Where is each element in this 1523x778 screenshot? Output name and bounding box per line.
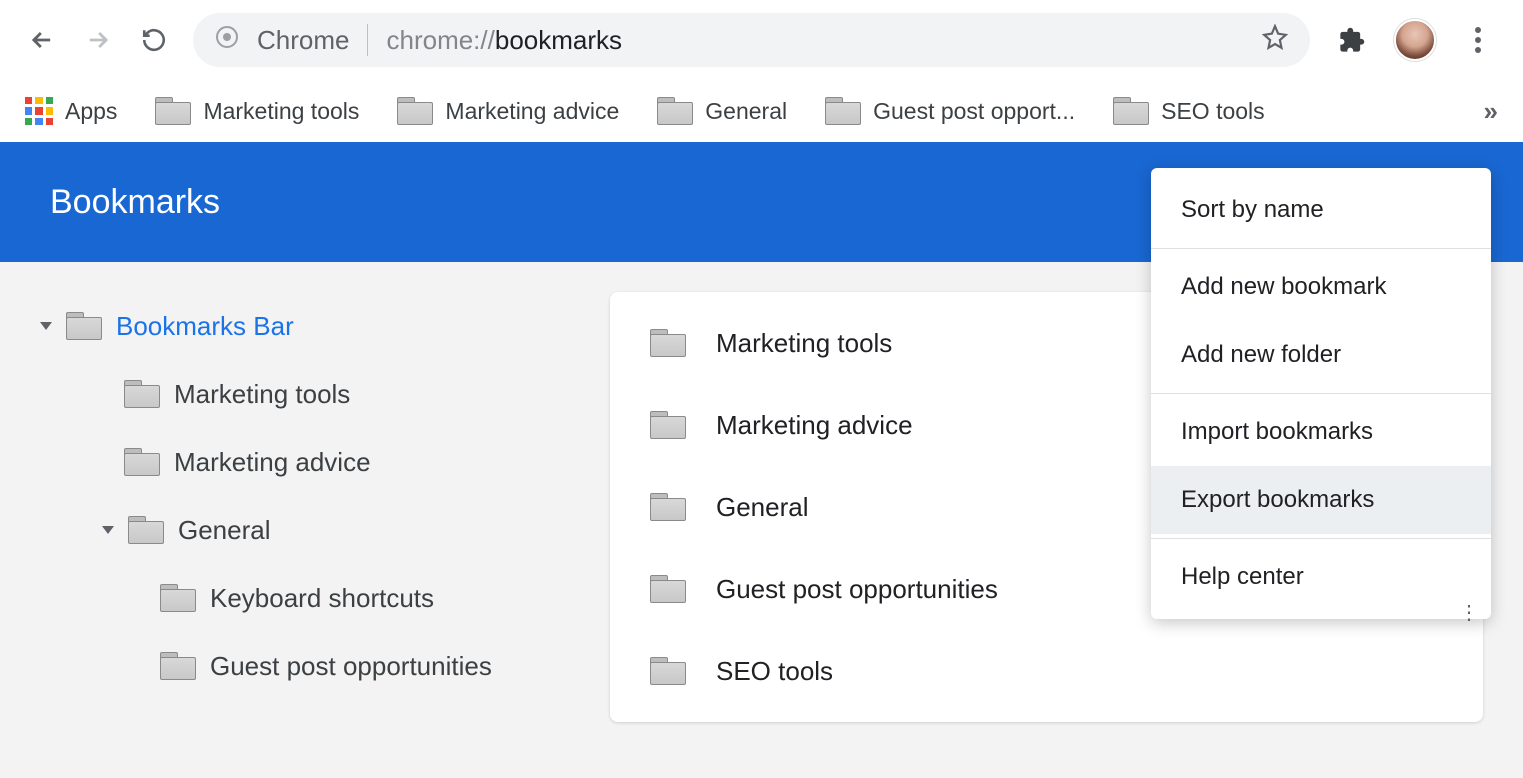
- apps-icon: [25, 97, 53, 125]
- folder-icon: [650, 329, 686, 357]
- bookmark-bar-label: Marketing tools: [203, 98, 359, 125]
- page-title: Bookmarks: [50, 183, 220, 222]
- folder-icon: [124, 448, 160, 476]
- list-item-label: SEO tools: [716, 656, 833, 687]
- folder-icon: [160, 652, 196, 680]
- chrome-menu-icon[interactable]: [1458, 20, 1498, 60]
- reload-button[interactable]: [137, 23, 171, 57]
- menu-label: Help center: [1181, 563, 1304, 591]
- tree-label: Guest post opportunities: [210, 651, 492, 682]
- tree-label: Keyboard shortcuts: [210, 583, 434, 614]
- menu-label: Add new folder: [1181, 341, 1341, 369]
- omnibox-chrome-label: Chrome: [257, 25, 349, 56]
- bookmark-bar-item[interactable]: Marketing advice: [397, 97, 619, 125]
- bookmark-bar-label: General: [705, 98, 787, 125]
- bookmarks-bar: Apps Marketing tools Marketing advice Ge…: [0, 80, 1523, 142]
- sidebar: Bookmarks Bar Marketing tools Marketing …: [0, 262, 610, 778]
- omnibox-separator: [367, 24, 368, 56]
- folder-icon: [66, 312, 102, 340]
- tree-item[interactable]: Marketing advice: [102, 428, 590, 496]
- chevron-down-icon[interactable]: [102, 526, 114, 534]
- folder-icon: [650, 493, 686, 521]
- tree-label: Bookmarks Bar: [116, 311, 294, 342]
- browser-toolbar: Chrome chrome://bookmarks: [0, 0, 1523, 80]
- folder-icon: [825, 97, 861, 125]
- menu-export-bookmarks[interactable]: Export bookmarks: [1151, 466, 1491, 534]
- menu-divider: [1151, 538, 1491, 539]
- profile-avatar[interactable]: [1394, 19, 1436, 61]
- folder-icon: [160, 584, 196, 612]
- folder-icon: [650, 411, 686, 439]
- chevron-down-icon[interactable]: [40, 322, 52, 330]
- tree-label: Marketing tools: [174, 379, 350, 410]
- organize-menu: Sort by name Add new bookmark Add new fo…: [1151, 168, 1491, 619]
- forward-button[interactable]: [81, 23, 115, 57]
- tree-root-bookmarks-bar[interactable]: Bookmarks Bar: [40, 292, 590, 360]
- folder-icon: [397, 97, 433, 125]
- site-info-icon[interactable]: [215, 25, 239, 56]
- folder-icon: [155, 97, 191, 125]
- apps-label: Apps: [65, 98, 117, 125]
- folder-icon: [128, 516, 164, 544]
- list-item-label: Marketing tools: [716, 328, 892, 359]
- menu-sort-by-name[interactable]: Sort by name: [1151, 176, 1491, 244]
- bookmark-bar-item[interactable]: Marketing tools: [155, 97, 359, 125]
- bookmark-bar-label: Guest post opport...: [873, 98, 1075, 125]
- bookmark-star-icon[interactable]: [1262, 24, 1288, 57]
- list-item-label: Marketing advice: [716, 410, 913, 441]
- apps-button[interactable]: Apps: [25, 97, 117, 125]
- folder-icon: [124, 380, 160, 408]
- tree-item[interactable]: Guest post opportunities: [138, 632, 590, 700]
- menu-help-center[interactable]: Help center: [1151, 543, 1491, 611]
- tree-label: Marketing advice: [174, 447, 371, 478]
- kebab-icon: ⋮: [1459, 600, 1481, 625]
- omnibox-url: chrome://bookmarks: [386, 25, 622, 56]
- menu-label: Import bookmarks: [1181, 418, 1373, 446]
- folder-icon: [650, 575, 686, 603]
- bookmark-bar-item[interactable]: General: [657, 97, 787, 125]
- bookmark-bar-overflow[interactable]: »: [1484, 96, 1498, 127]
- tree-item-general[interactable]: General: [102, 496, 590, 564]
- folder-icon: [1113, 97, 1149, 125]
- tree-label: General: [178, 515, 271, 546]
- list-item[interactable]: SEO tools: [610, 630, 1483, 712]
- folder-icon: [650, 657, 686, 685]
- menu-label: Export bookmarks: [1181, 486, 1374, 514]
- menu-divider: [1151, 393, 1491, 394]
- tree-item[interactable]: Keyboard shortcuts: [138, 564, 590, 632]
- list-item-label: Guest post opportunities: [716, 574, 998, 605]
- tree-item[interactable]: Marketing tools: [102, 360, 590, 428]
- bookmark-bar-label: SEO tools: [1161, 98, 1265, 125]
- bookmark-bar-label: Marketing advice: [445, 98, 619, 125]
- menu-add-bookmark[interactable]: Add new bookmark: [1151, 253, 1491, 321]
- menu-label: Sort by name: [1181, 196, 1324, 224]
- list-item-label: General: [716, 492, 809, 523]
- folder-icon: [657, 97, 693, 125]
- menu-label: Add new bookmark: [1181, 273, 1386, 301]
- bookmark-bar-item[interactable]: Guest post opport...: [825, 97, 1075, 125]
- extensions-icon[interactable]: [1332, 20, 1372, 60]
- back-button[interactable]: [25, 23, 59, 57]
- menu-import-bookmarks[interactable]: Import bookmarks: [1151, 398, 1491, 466]
- menu-divider: [1151, 248, 1491, 249]
- bookmark-bar-item[interactable]: SEO tools: [1113, 97, 1265, 125]
- menu-add-folder[interactable]: Add new folder: [1151, 321, 1491, 389]
- address-bar[interactable]: Chrome chrome://bookmarks: [193, 13, 1310, 67]
